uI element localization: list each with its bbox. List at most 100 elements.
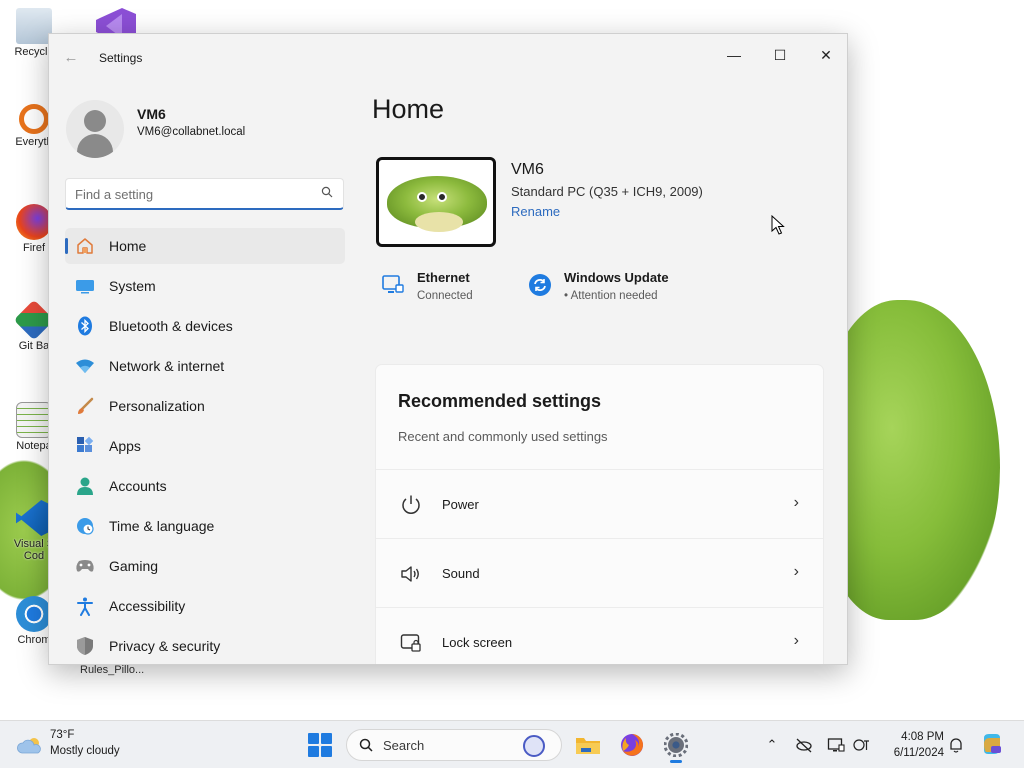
recommended-settings-card: Recommended settings Recent and commonly… bbox=[375, 364, 824, 664]
active-indicator bbox=[65, 238, 68, 254]
lock-screen-icon bbox=[400, 634, 421, 652]
firefox-taskbar-button[interactable] bbox=[616, 729, 648, 761]
clock-time: 4:08 PM bbox=[901, 731, 944, 743]
network-disconnected-icon[interactable] bbox=[794, 735, 814, 755]
network-icon bbox=[75, 356, 95, 376]
notepad-icon bbox=[16, 402, 52, 438]
windows-logo-tile bbox=[308, 733, 319, 744]
folder-icon bbox=[576, 738, 600, 754]
ethernet-title: Ethernet bbox=[417, 270, 470, 285]
plush-turtle-belly bbox=[415, 212, 463, 232]
sidebar-item-system[interactable]: System bbox=[65, 268, 345, 304]
window-title: Settings bbox=[99, 51, 143, 65]
weather-temperature: 73°F bbox=[50, 729, 75, 741]
back-arrow-icon[interactable]: ← bbox=[61, 48, 81, 68]
windows-logo-tile bbox=[321, 746, 332, 757]
sidebar-item-gaming[interactable]: Gaming bbox=[65, 548, 345, 584]
windows-update-title: Windows Update bbox=[564, 270, 669, 285]
user-email: VM6@collabnet.local bbox=[137, 126, 246, 138]
cloud-icon bbox=[17, 738, 41, 754]
home-icon bbox=[75, 236, 95, 256]
sidebar: VM6 VM6@collabnet.local Home System bbox=[49, 82, 357, 664]
sidebar-item-personalization[interactable]: Personalization bbox=[65, 388, 345, 424]
search-highlight-icon bbox=[523, 735, 545, 757]
sidebar-item-home[interactable]: Home bbox=[65, 228, 345, 264]
system-icon bbox=[75, 276, 95, 296]
chevron-up-icon[interactable]: ⌃ bbox=[762, 735, 782, 755]
apps-icon bbox=[75, 436, 95, 456]
sidebar-item-time-language[interactable]: Time & language bbox=[65, 508, 345, 544]
search-input[interactable] bbox=[75, 185, 310, 203]
sidebar-item-label: Personalization bbox=[109, 398, 205, 414]
sidebar-item-accessibility[interactable]: Accessibility bbox=[65, 588, 345, 624]
settings-window: ← Settings — ☐ ✕ VM6 VM6@collabnet.local… bbox=[48, 33, 848, 665]
sidebar-item-label: Network & internet bbox=[109, 358, 225, 374]
chevron-right-icon: › bbox=[793, 632, 799, 649]
device-wallpaper-thumbnail[interactable] bbox=[376, 157, 496, 247]
file-explorer-button[interactable] bbox=[572, 729, 604, 761]
copilot-icon[interactable] bbox=[980, 732, 1004, 756]
recommended-title: Recommended settings bbox=[398, 391, 602, 411]
ethernet-subtitle: Connected bbox=[417, 290, 473, 302]
sidebar-item-apps[interactable]: Apps bbox=[65, 428, 345, 464]
power-icon bbox=[402, 495, 420, 514]
gamepad-icon bbox=[75, 556, 95, 576]
firefox-icon bbox=[16, 204, 52, 240]
taskbar-search[interactable]: Search bbox=[346, 729, 562, 761]
ethernet-status[interactable]: Ethernet Connected bbox=[381, 267, 521, 307]
search-icon bbox=[359, 738, 373, 752]
maximize-button[interactable]: ☐ bbox=[757, 40, 803, 70]
shield-icon bbox=[75, 636, 95, 656]
sidebar-item-bluetooth[interactable]: Bluetooth & devices bbox=[65, 308, 345, 344]
display-icon[interactable] bbox=[826, 735, 846, 755]
recommended-item-label: Sound bbox=[442, 566, 480, 581]
ethernet-monitor-icon bbox=[382, 275, 404, 293]
start-button[interactable] bbox=[308, 733, 332, 757]
sidebar-item-label: Privacy & security bbox=[109, 638, 221, 654]
everything-icon bbox=[19, 104, 49, 134]
rename-link[interactable]: Rename bbox=[511, 204, 560, 219]
title-bar[interactable]: ← Settings — ☐ ✕ bbox=[49, 34, 847, 82]
chrome-icon bbox=[16, 596, 52, 632]
recommended-item-label: Lock screen bbox=[442, 635, 513, 650]
avatar[interactable] bbox=[66, 100, 124, 158]
turtle-eye-right bbox=[437, 192, 447, 202]
desktop-file-label[interactable]: Rules_Pillo... bbox=[80, 664, 144, 676]
taskbar-clock[interactable]: 4:08 PM 6/11/2024 bbox=[884, 729, 944, 761]
sidebar-item-network[interactable]: Network & internet bbox=[65, 348, 345, 384]
close-button[interactable]: ✕ bbox=[803, 40, 847, 70]
bell-icon[interactable] bbox=[946, 735, 966, 755]
speaker-icon bbox=[401, 566, 419, 582]
recycle-bin-icon bbox=[16, 8, 52, 44]
weather-condition: Mostly cloudy bbox=[50, 745, 120, 757]
settings-taskbar-button[interactable] bbox=[660, 729, 692, 763]
avatar-head bbox=[84, 110, 106, 132]
sidebar-item-accounts[interactable]: Accounts bbox=[65, 468, 345, 504]
device-name: VM6 bbox=[511, 161, 544, 178]
sidebar-item-privacy[interactable]: Privacy & security bbox=[65, 628, 345, 664]
recommended-subtitle: Recent and commonly used settings bbox=[398, 429, 608, 444]
windows-update-status[interactable]: Windows Update • Attention needed bbox=[528, 267, 728, 307]
recommended-item-label: Power bbox=[442, 497, 479, 512]
mouse-cursor-icon bbox=[771, 215, 785, 235]
search-box[interactable] bbox=[65, 178, 344, 210]
page-title: Home bbox=[372, 94, 445, 124]
recommended-item-sound[interactable]: Sound › bbox=[376, 538, 823, 606]
windows-update-icon bbox=[529, 274, 551, 296]
recommended-item-lock-screen[interactable]: Lock screen › bbox=[376, 607, 823, 664]
weather-widget[interactable]: 73°F Mostly cloudy bbox=[14, 727, 154, 763]
vscode-icon bbox=[16, 500, 52, 536]
search-icon bbox=[321, 186, 333, 198]
accounts-icon bbox=[75, 476, 95, 496]
sidebar-item-label: Time & language bbox=[109, 518, 215, 534]
chevron-right-icon: › bbox=[793, 563, 799, 580]
minimize-button[interactable]: — bbox=[711, 40, 757, 70]
sidebar-item-label: Accessibility bbox=[109, 598, 186, 614]
accessibility-tray-icon[interactable] bbox=[852, 735, 872, 755]
recommended-item-power[interactable]: Power › bbox=[376, 469, 823, 537]
sidebar-item-label: Accounts bbox=[109, 478, 167, 494]
windows-logo-tile bbox=[308, 746, 319, 757]
taskbar: 73°F Mostly cloudy Search ⌃ 4:08 PM 6/11… bbox=[0, 720, 1024, 768]
sidebar-item-label: System bbox=[109, 278, 156, 294]
device-spec: Standard PC (Q35 + ICH9, 2009) bbox=[511, 184, 703, 199]
